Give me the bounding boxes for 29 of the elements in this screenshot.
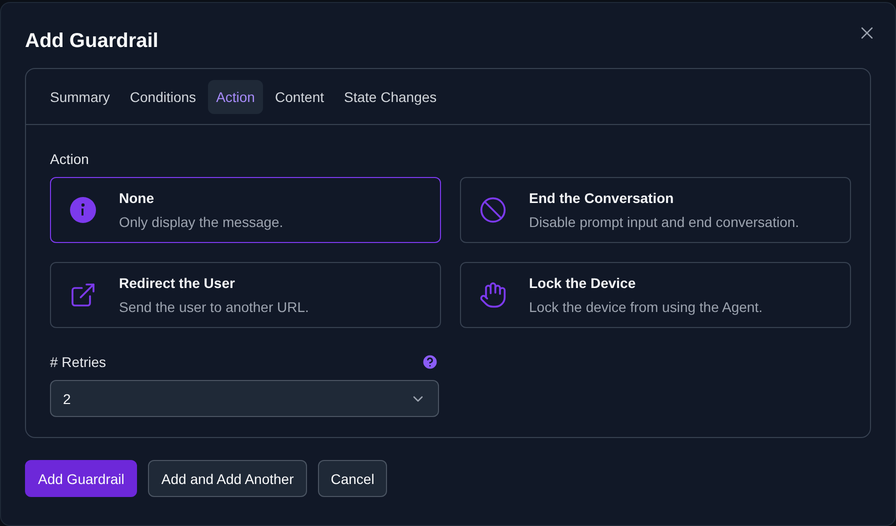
section-label: Action xyxy=(50,151,90,167)
tab[interactable]: Action xyxy=(208,80,263,114)
help-icon[interactable] xyxy=(421,353,439,371)
select-field[interactable]: 2 xyxy=(50,380,439,417)
field-label: # Retries xyxy=(50,354,106,370)
tab[interactable]: State Changes xyxy=(336,80,445,114)
tab[interactable]: Content xyxy=(266,80,332,114)
option-description: Lock the device from using the Agent. xyxy=(529,299,762,315)
action-option-card[interactable]: Lock the Device Lock the device from using the Agent. xyxy=(460,262,851,328)
option-title: Redirect the User xyxy=(119,275,236,291)
secondary-button[interactable]: Cancel xyxy=(318,460,388,497)
primary-button[interactable]: Add Guardrail xyxy=(25,460,138,497)
option-title: End the Conversation xyxy=(529,190,675,206)
hand-icon xyxy=(479,281,507,309)
action-option-card[interactable]: Redirect the User Send the user to another URL. xyxy=(50,262,441,328)
option-title: None xyxy=(119,190,155,206)
option-description: Send the user to another URL. xyxy=(119,299,309,315)
info-icon xyxy=(69,196,97,224)
action-option-card[interactable]: End the Conversation Disable prompt input and end conversation. xyxy=(460,177,851,243)
external-link-icon xyxy=(69,281,97,309)
action-option-card[interactable]: None Only display the message. xyxy=(50,177,441,243)
option-description: Disable prompt input and end conversation. xyxy=(529,214,800,230)
dialog-title: Add Guardrail xyxy=(25,29,160,53)
tab[interactable]: Summary xyxy=(42,80,118,114)
option-title: Lock the Device xyxy=(529,275,637,291)
tab[interactable]: Conditions xyxy=(122,80,204,114)
secondary-button[interactable]: Add and Add Another xyxy=(148,460,307,497)
prohibited-icon xyxy=(479,196,507,224)
option-description: Only display the message. xyxy=(119,214,284,230)
